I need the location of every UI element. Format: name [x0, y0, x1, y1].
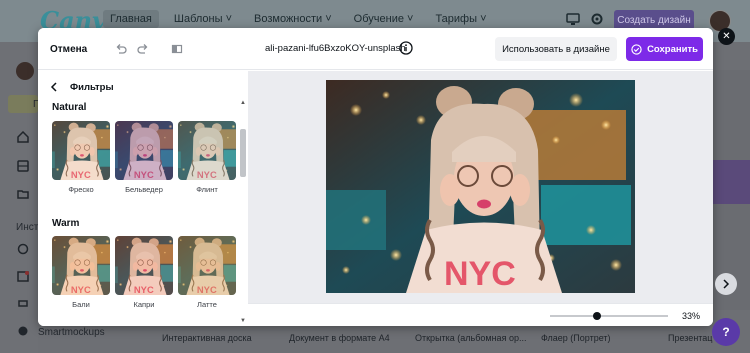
redo-icon[interactable]	[134, 40, 152, 58]
nav-item-templates[interactable]: Шаблоны ˅	[167, 10, 239, 28]
help-button[interactable]: ?	[712, 318, 740, 346]
info-icon[interactable]	[399, 41, 413, 55]
nav-item-pricing[interactable]: Тарифы ˅	[428, 10, 493, 28]
smartmockups-icon[interactable]	[17, 325, 29, 337]
section-title-warm: Warm	[52, 218, 80, 229]
background-card	[712, 160, 750, 204]
bottom-item-2[interactable]: Документ в формате А4	[289, 333, 390, 343]
filter-label-latte: Латте	[197, 300, 217, 309]
compare-icon[interactable]	[168, 40, 186, 58]
zoom-bar: 33%	[248, 303, 713, 326]
use-in-design-button[interactable]: Использовать в дизайне	[495, 37, 617, 61]
home-icon[interactable]	[17, 131, 29, 143]
folder-icon[interactable]	[17, 188, 29, 200]
sidebar-section-label: Инст	[16, 222, 39, 233]
apps-icon[interactable]	[17, 243, 29, 255]
cancel-button[interactable]: Отмена	[50, 40, 87, 58]
filter-label-fresco: Фреско	[68, 185, 94, 194]
undo-icon[interactable]	[112, 40, 130, 58]
sidebar-smartmockups[interactable]: Smartmockups	[38, 327, 105, 338]
zoom-slider-handle[interactable]	[593, 312, 601, 320]
scroll-up-arrow[interactable]: ▲	[239, 99, 247, 107]
main-nav: Главная Шаблоны ˅ Возможности ˅ Обучение…	[103, 10, 502, 28]
photo-editor-modal: Отмена ali-pazani-lfu6BxzoKOY-unsplash И…	[38, 28, 713, 326]
zoom-slider[interactable]	[550, 315, 668, 317]
save-button[interactable]: Сохранить	[626, 37, 703, 61]
zoom-value: 33%	[682, 311, 701, 321]
photo-preview	[326, 80, 635, 293]
filter-label-bali: Бали	[72, 300, 90, 309]
filter-label-capri: Капри	[133, 300, 155, 309]
create-design-button[interactable]: Создать дизайн	[614, 10, 694, 30]
nav-item-home[interactable]: Главная	[103, 10, 159, 28]
section-title-natural: Natural	[52, 102, 87, 113]
sidebar-avatar	[16, 62, 34, 80]
nav-item-features[interactable]: Возможности ˅	[247, 10, 339, 28]
nav-item-learn[interactable]: Обучение ˅	[347, 10, 421, 28]
filter-thumb-belvedere[interactable]	[115, 121, 173, 180]
close-icon[interactable]: ✕	[718, 28, 735, 45]
panel-scrollbar[interactable]	[240, 129, 246, 177]
filter-label-flint: Флинт	[196, 185, 218, 194]
bottom-item-5[interactable]: Презентац	[668, 333, 712, 343]
save-label: Сохранить	[647, 43, 698, 55]
filters-header: Фильтры	[48, 79, 114, 95]
bottom-item-4[interactable]: Флаер (Портрет)	[541, 333, 611, 343]
filter-thumb-bali[interactable]	[52, 236, 110, 295]
filter-thumb-fresco[interactable]	[52, 121, 110, 180]
check-circle-icon	[631, 43, 642, 55]
back-button[interactable]	[48, 80, 60, 94]
file-name: ali-pazani-lfu6BxzoKOY-unsplash	[265, 43, 406, 54]
filter-thumb-latte[interactable]	[178, 236, 236, 295]
grid-icon[interactable]	[17, 160, 29, 172]
bottom-item-3[interactable]: Открытка (альбомная ор...	[415, 333, 526, 343]
filters-panel: Фильтры Natural Фреско Бельведер Флинт W…	[38, 71, 248, 326]
panel-title: Фильтры	[70, 81, 114, 93]
preview-area	[248, 71, 713, 303]
bottom-item-1[interactable]: Интерактивная доска	[162, 333, 252, 343]
print-icon[interactable]	[17, 297, 29, 309]
filter-thumb-flint[interactable]	[178, 121, 236, 180]
scroll-down-arrow[interactable]: ▼	[239, 317, 247, 325]
chevron-right-icon[interactable]	[715, 273, 737, 295]
modal-header: Отмена ali-pazani-lfu6BxzoKOY-unsplash И…	[38, 28, 713, 70]
calendar-icon[interactable]	[17, 270, 29, 282]
filter-thumb-capri[interactable]	[115, 236, 173, 295]
monitor-icon[interactable]	[566, 12, 580, 26]
chevron-left-icon	[50, 82, 57, 92]
gear-icon[interactable]	[590, 12, 604, 26]
filter-label-belvedere: Бельведер	[125, 185, 163, 194]
